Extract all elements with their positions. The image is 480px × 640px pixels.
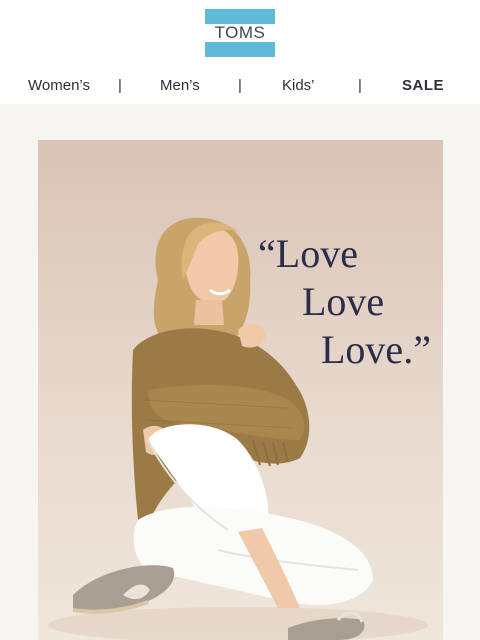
email-header: TOMS Women’s | Men’s | Kids’ | SALE <box>0 0 480 104</box>
nav-item-mens[interactable]: Men’s <box>160 76 200 96</box>
logo-wordmark: TOMS <box>214 23 266 42</box>
nav-item-womens[interactable]: Women’s <box>28 76 90 96</box>
nav-separator: | <box>118 77 122 94</box>
hero-banner[interactable]: “Love Love Love.” <box>38 140 443 640</box>
category-nav: Women’s | Men’s | Kids’ | SALE <box>0 76 480 98</box>
hero-quote-line: Love <box>302 279 385 324</box>
nav-separator: | <box>238 77 242 94</box>
nav-item-kids[interactable]: Kids’ <box>282 76 315 96</box>
toms-logo[interactable]: TOMS <box>205 9 275 57</box>
nav-separator: | <box>358 77 362 94</box>
logo-band: TOMS <box>205 24 275 42</box>
nav-item-sale[interactable]: SALE <box>402 76 444 96</box>
hero-quote-line: Love.” <box>321 327 431 372</box>
hero-quote-line: “Love <box>258 231 358 276</box>
model-photo <box>48 217 428 640</box>
